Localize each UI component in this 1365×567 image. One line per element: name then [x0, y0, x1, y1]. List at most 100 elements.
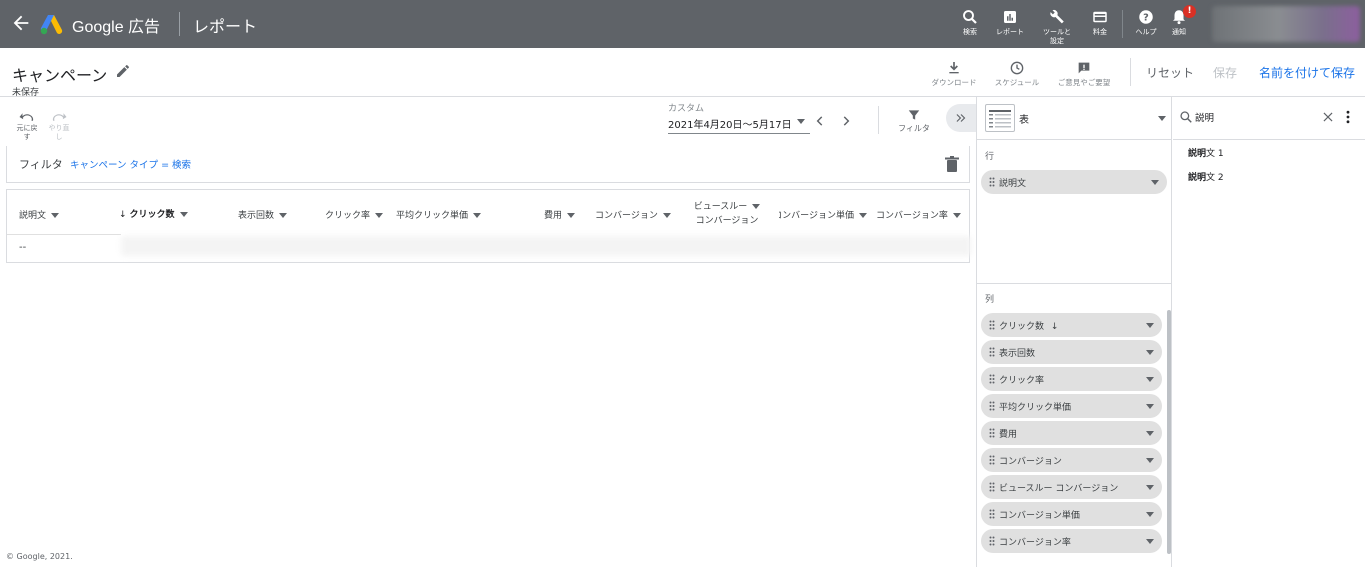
- caret-down-icon[interactable]: [1146, 431, 1154, 436]
- caret-down-icon[interactable]: [1146, 485, 1154, 490]
- panel-divider: [977, 283, 1171, 284]
- save-as-button[interactable]: 名前を付けて保存: [1259, 64, 1355, 81]
- column-chip[interactable]: クリック率: [981, 367, 1162, 391]
- column-chip[interactable]: 平均クリック単価: [981, 394, 1162, 418]
- caret-down-icon: [375, 213, 384, 218]
- filter-button[interactable]: フィルタ: [894, 108, 934, 134]
- caret-down-icon[interactable]: [1146, 539, 1154, 544]
- field-search-input[interactable]: [1195, 109, 1315, 125]
- column-header-label: 説明文: [19, 211, 47, 221]
- column-header[interactable]: 平均クリック単価: [396, 208, 482, 221]
- reports-label: レポート: [996, 28, 1024, 36]
- drag-handle-icon[interactable]: [989, 482, 995, 492]
- caret-down-icon[interactable]: [1151, 180, 1159, 185]
- search-label: 検索: [963, 28, 977, 36]
- feedback-button[interactable]: ご意見やご要望: [1054, 60, 1114, 88]
- chevron-right-icon[interactable]: [839, 114, 853, 128]
- drag-handle-icon[interactable]: [989, 177, 995, 187]
- column-header[interactable]: コンバージョン単価: [779, 208, 867, 221]
- caret-down-icon[interactable]: [1146, 404, 1154, 409]
- table-viz-icon[interactable]: [985, 104, 1015, 132]
- billing-button[interactable]: 料金: [1080, 8, 1120, 37]
- date-dropdown-icon[interactable]: [797, 119, 805, 124]
- save-button[interactable]: 保存: [1213, 64, 1237, 81]
- caret-down-icon: [752, 204, 761, 209]
- column-chip[interactable]: 表示回数: [981, 340, 1162, 364]
- column-chip[interactable]: コンバージョン単価: [981, 502, 1162, 526]
- clock-icon: [1010, 61, 1024, 75]
- column-header[interactable]: 表示回数: [238, 208, 288, 221]
- caret-down-icon: [567, 213, 576, 218]
- column-header[interactable]: 費用: [544, 208, 576, 221]
- filter-chip[interactable]: キャンペーン タイプ = 検索: [70, 157, 191, 171]
- caret-down-icon: [179, 212, 188, 217]
- download-button[interactable]: ダウンロード: [924, 60, 984, 88]
- drag-handle-icon[interactable]: [989, 428, 995, 438]
- bar-chart-icon: [1004, 11, 1016, 23]
- drag-handle-icon[interactable]: [989, 536, 995, 546]
- reset-button[interactable]: リセット: [1146, 64, 1194, 81]
- funnel-icon: [908, 110, 920, 120]
- more-vert-icon[interactable]: [1345, 110, 1351, 124]
- column-chip[interactable]: コンバージョン: [981, 448, 1162, 472]
- column-header-label: ビュースルー: [693, 202, 748, 212]
- panel-scrollbar[interactable]: [1167, 310, 1171, 554]
- column-header[interactable]: コンバージョン: [595, 208, 671, 221]
- chevron-left-icon[interactable]: [813, 114, 827, 128]
- search-button[interactable]: 検索: [950, 8, 990, 37]
- drag-handle-icon[interactable]: [989, 509, 995, 519]
- column-chip[interactable]: コンバージョン率: [981, 529, 1162, 553]
- pencil-icon[interactable]: [115, 63, 131, 79]
- column-header[interactable]: コンバージョン率: [876, 208, 961, 221]
- redo-button[interactable]: やり直し: [48, 110, 70, 142]
- trash-icon[interactable]: [945, 156, 959, 172]
- caret-down-icon[interactable]: [1146, 323, 1154, 328]
- caret-down-icon[interactable]: [1146, 512, 1154, 517]
- caret-down-icon[interactable]: [1146, 458, 1154, 463]
- search-result-item[interactable]: 説明文 2: [1188, 170, 1224, 183]
- header-divider: [1130, 58, 1131, 86]
- columns-label: 列: [985, 295, 995, 305]
- section-title: レポート: [193, 17, 258, 36]
- column-chip[interactable]: ビュースルー コンバージョン: [981, 475, 1162, 499]
- column-chip[interactable]: クリック数 ↓: [981, 313, 1162, 337]
- viz-type-label[interactable]: 表: [1019, 111, 1029, 126]
- column-chip[interactable]: 費用: [981, 421, 1162, 445]
- sort-desc-icon: ↓: [119, 210, 127, 220]
- drag-handle-icon[interactable]: [989, 374, 995, 384]
- caret-down-icon[interactable]: [1146, 350, 1154, 355]
- tools-settings-button[interactable]: ツールと 設定: [1037, 8, 1077, 46]
- chip-label: クリック率: [999, 376, 1045, 386]
- expand-panel-button[interactable]: [946, 104, 976, 132]
- search-result-item[interactable]: 説明文 1: [1188, 146, 1224, 159]
- reports-button[interactable]: レポート: [990, 8, 1030, 37]
- search-divider: [1173, 139, 1365, 140]
- column-header[interactable]: ビュースルー コンバージョン: [687, 200, 767, 228]
- caret-down-icon: [859, 213, 867, 218]
- drag-handle-icon[interactable]: [989, 320, 995, 330]
- column-header[interactable]: ↓ クリック数: [119, 207, 188, 220]
- chip-label: 平均クリック単価: [999, 403, 1072, 413]
- back-arrow-icon[interactable]: [10, 12, 32, 34]
- caret-down-icon[interactable]: [1146, 377, 1154, 382]
- row-chip[interactable]: 説明文: [981, 170, 1167, 194]
- drag-handle-icon[interactable]: [989, 455, 995, 465]
- result-rest: 文 2: [1206, 173, 1224, 183]
- drag-handle-icon[interactable]: [989, 401, 995, 411]
- header-underline: [7, 234, 121, 235]
- column-header[interactable]: クリック率: [325, 208, 384, 221]
- close-icon[interactable]: [1321, 110, 1335, 124]
- billing-label: 料金: [1093, 28, 1107, 36]
- date-range-selector[interactable]: 2021年4月20日～5月17日: [668, 116, 792, 131]
- schedule-button[interactable]: スケジュール: [987, 60, 1047, 88]
- column-header[interactable]: 説明文: [19, 208, 60, 221]
- account-avatar[interactable]: [1212, 6, 1360, 42]
- chip-label: クリック数 ↓: [999, 319, 1058, 332]
- result-rest: 文 1: [1206, 149, 1224, 159]
- feedback-icon: [1078, 62, 1090, 74]
- notifications-button[interactable]: ! 通知: [1159, 5, 1199, 37]
- caret-down-icon[interactable]: [1158, 116, 1166, 121]
- undo-button[interactable]: 元に戻す: [16, 110, 38, 142]
- chip-label: 表示回数: [999, 349, 1036, 359]
- drag-handle-icon[interactable]: [989, 347, 995, 357]
